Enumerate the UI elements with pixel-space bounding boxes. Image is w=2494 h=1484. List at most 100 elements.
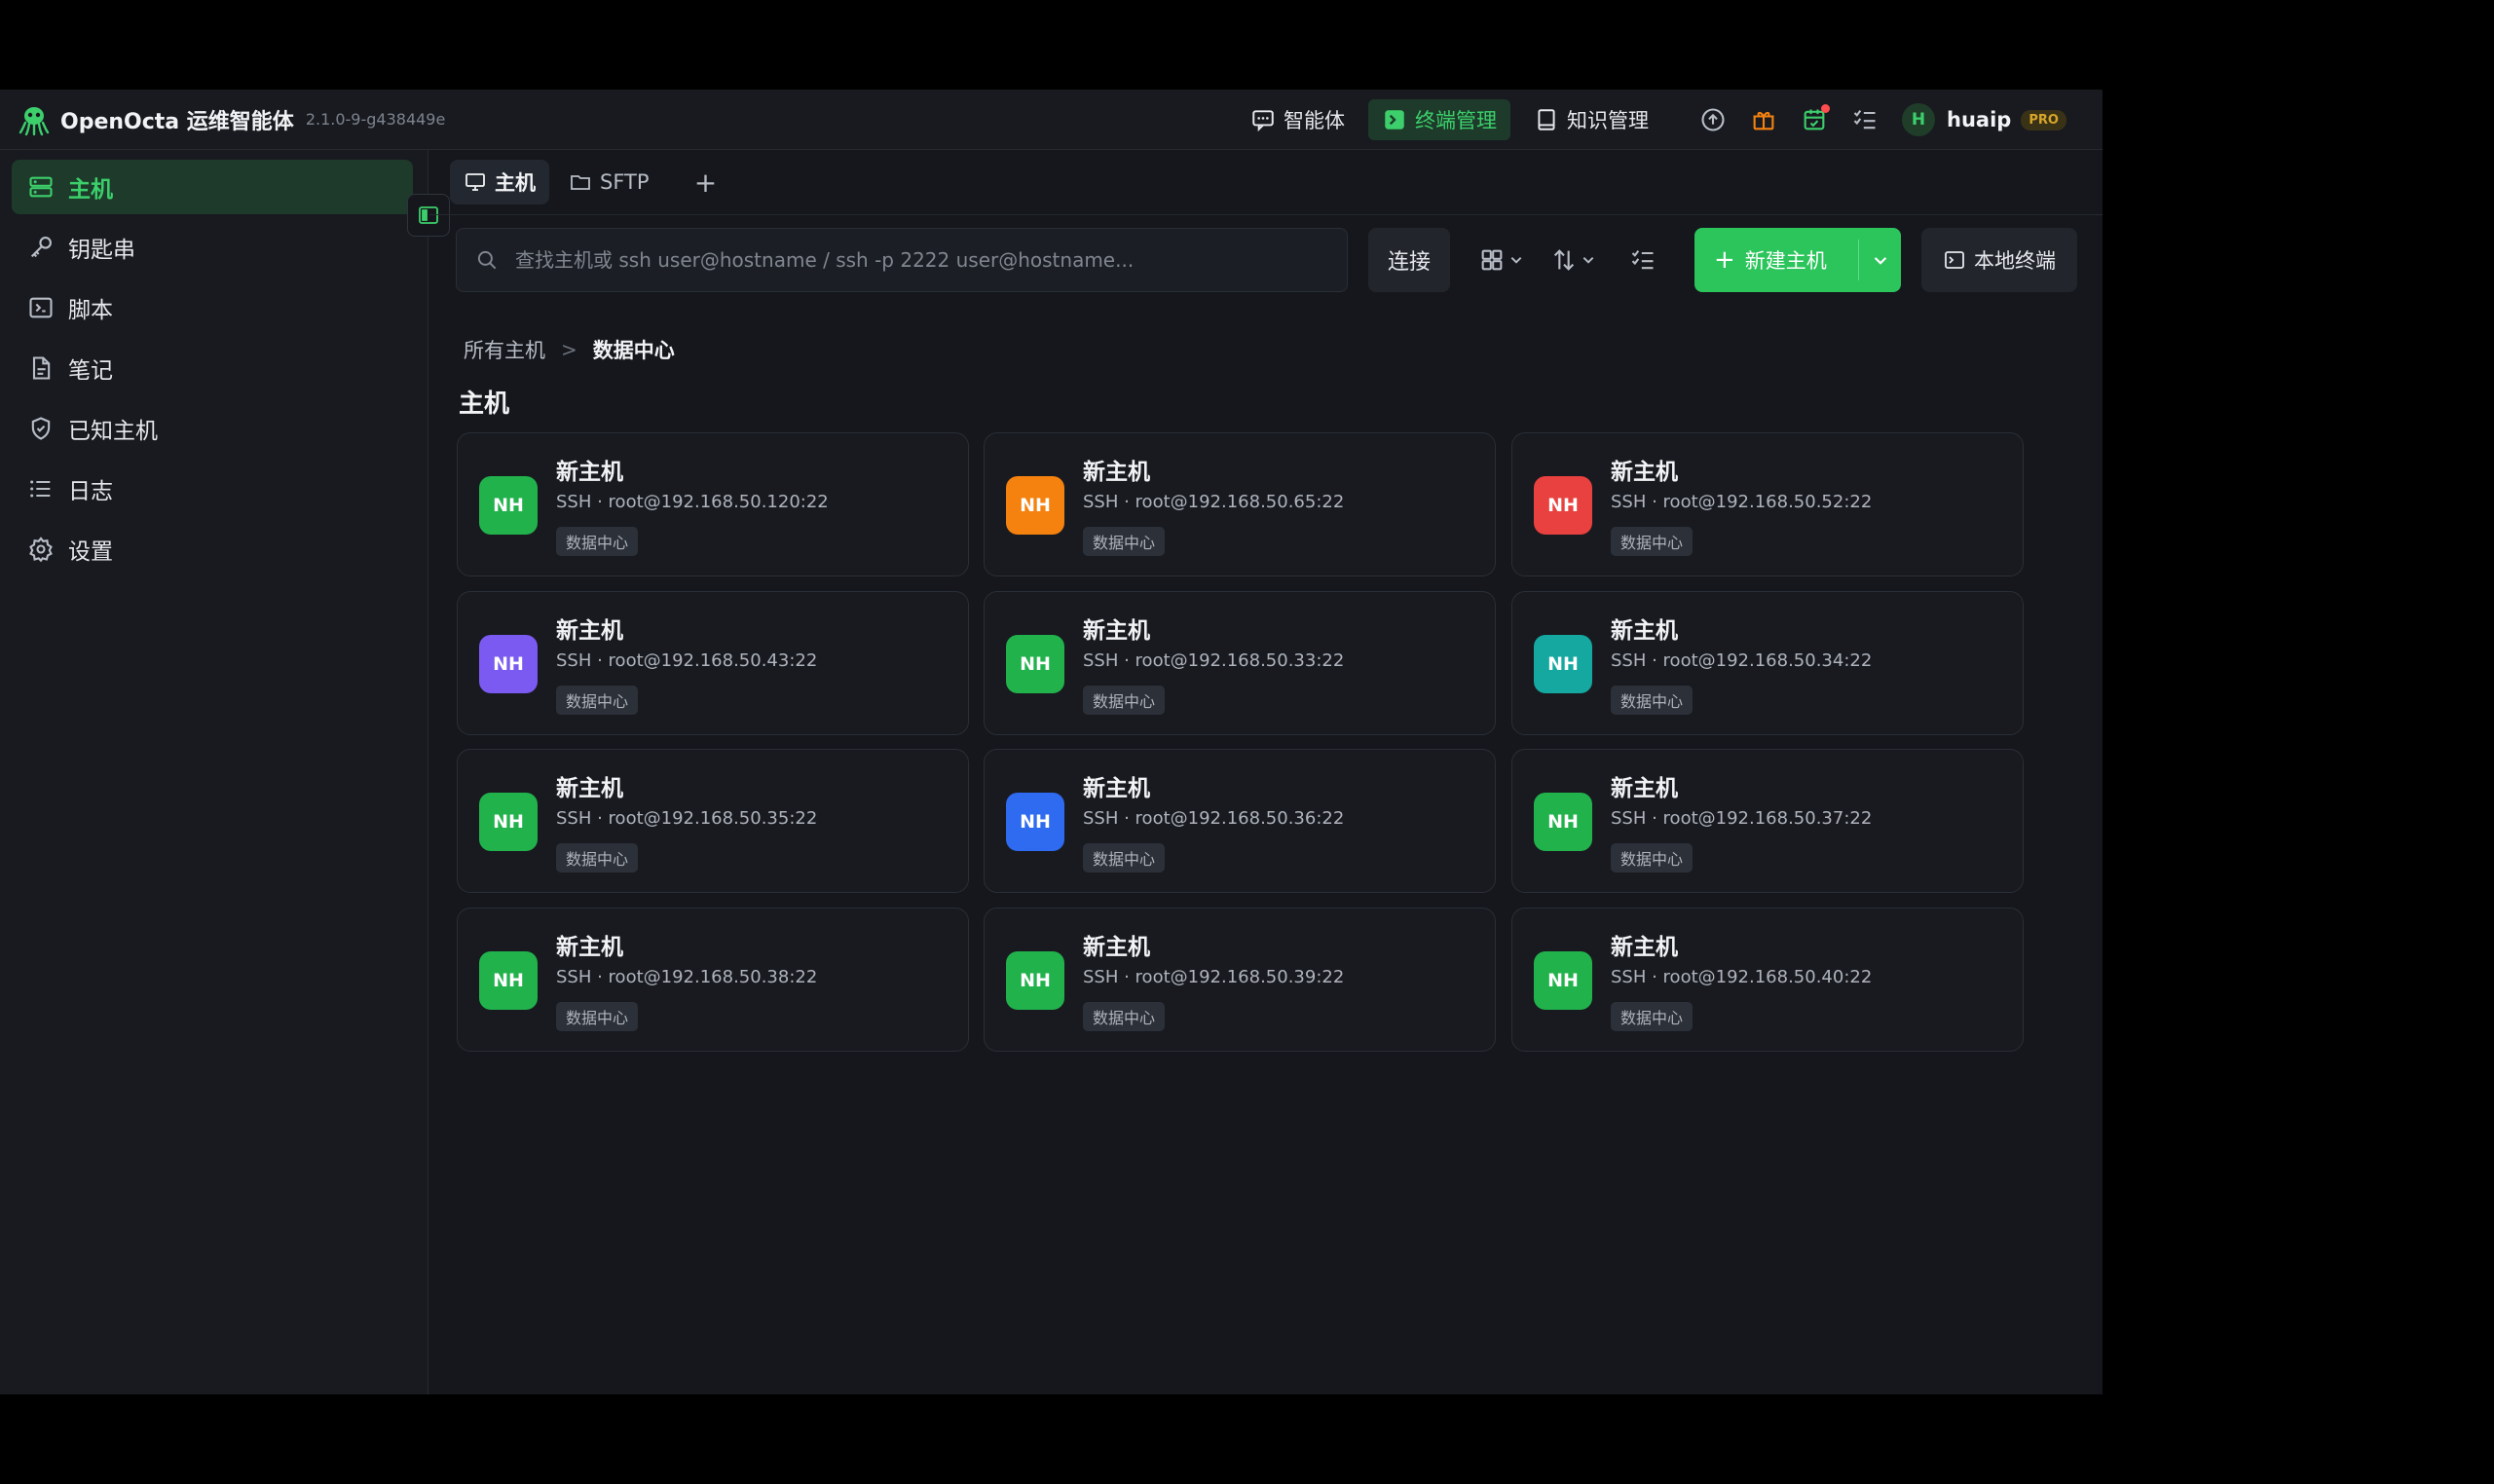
terminal-window-icon: [1945, 251, 1964, 269]
breadcrumb-root[interactable]: 所有主机: [464, 335, 545, 364]
view-mode-button[interactable]: [1478, 241, 1523, 278]
host-address: SSH · root@192.168.50.43:22: [556, 650, 818, 671]
grid-icon: [1481, 249, 1503, 271]
host-card[interactable]: NH 新主机 SSH · root@192.168.50.39:22 数据中心: [984, 908, 1496, 1052]
breadcrumb-current: 数据中心: [592, 339, 675, 362]
host-card[interactable]: NH 新主机 SSH · root@192.168.50.120:22 数据中心: [457, 432, 969, 576]
host-avatar: NH: [1006, 476, 1064, 535]
host-name: 新主机: [556, 618, 623, 644]
search-input[interactable]: [515, 248, 1347, 272]
local-terminal-label: 本地终端: [1974, 249, 2056, 273]
nav-knowledge-button[interactable]: 知识管理: [1520, 99, 1662, 140]
top-nav: 智能体 终端管理 知识管理: [1237, 90, 1672, 150]
search-icon: [477, 250, 497, 270]
local-terminal-button[interactable]: 本地终端: [1921, 228, 2077, 292]
host-name: 新主机: [1083, 618, 1150, 644]
host-avatar: NH: [1006, 635, 1064, 693]
pro-badge: PRO: [2021, 109, 2066, 130]
sidebar-item-label: 钥匙串: [68, 238, 135, 263]
host-name: 新主机: [1083, 460, 1150, 485]
host-avatar: NH: [1534, 793, 1592, 851]
host-address: SSH · root@192.168.50.36:22: [1083, 808, 1345, 829]
host-avatar: NH: [479, 476, 538, 535]
tab-label: 主机: [495, 171, 536, 195]
new-host-dropdown-icon[interactable]: [1868, 247, 1893, 273]
host-tag: 数据中心: [556, 1002, 639, 1031]
host-name: 新主机: [1611, 776, 1678, 801]
host-card[interactable]: NH 新主机 SSH · root@192.168.50.36:22 数据中心: [984, 749, 1496, 893]
sidebar-item-label: 设置: [68, 539, 113, 565]
host-tag: 数据中心: [1611, 1002, 1694, 1031]
host-card[interactable]: NH 新主机 SSH · root@192.168.50.37:22 数据中心: [1511, 749, 2024, 893]
app-name: OpenOcta 运维智能体: [60, 109, 294, 134]
section-title: 主机: [459, 390, 510, 419]
upload-button[interactable]: [1699, 106, 1727, 133]
tab-sftp[interactable]: SFTP: [555, 160, 663, 204]
sort-button[interactable]: [1550, 241, 1595, 278]
host-avatar: NH: [479, 793, 538, 851]
host-address: SSH · root@192.168.50.35:22: [556, 808, 818, 829]
sidebar-item-hosts[interactable]: 主机: [12, 160, 413, 214]
host-name: 新主机: [556, 776, 623, 801]
app-version: 2.1.0-9-g438449e: [305, 110, 446, 129]
sidebar-item-notes[interactable]: 笔记: [12, 341, 413, 395]
upload-icon: [1701, 108, 1725, 131]
connect-button[interactable]: 连接: [1368, 228, 1450, 292]
sidebar-item-scripts[interactable]: 脚本: [12, 280, 413, 335]
sort-icon: [1553, 249, 1575, 271]
host-card[interactable]: NH 新主机 SSH · root@192.168.50.65:22 数据中心: [984, 432, 1496, 576]
new-host-button[interactable]: + 新建主机: [1694, 228, 1901, 292]
host-avatar: NH: [1006, 951, 1064, 1010]
host-card[interactable]: NH 新主机 SSH · root@192.168.50.34:22 数据中心: [1511, 591, 2024, 735]
sidebar-item-label: 已知主机: [68, 419, 158, 444]
host-card[interactable]: NH 新主机 SSH · root@192.168.50.33:22 数据中心: [984, 591, 1496, 735]
server-icon: [29, 176, 53, 198]
tab-label: SFTP: [600, 170, 650, 194]
script-icon: [29, 297, 53, 318]
octopus-logo-icon: [19, 106, 50, 135]
host-avatar: NH: [1006, 793, 1064, 851]
divider: [429, 214, 2103, 215]
checklist-icon: [1631, 250, 1654, 270]
sidebar-item-label: 主机: [68, 177, 113, 203]
folder-icon: [571, 175, 590, 190]
host-avatar: NH: [1534, 476, 1592, 535]
sidebar-item-known-hosts[interactable]: 已知主机: [12, 401, 413, 456]
host-name: 新主机: [1611, 935, 1678, 960]
shield-icon: [31, 417, 51, 440]
book-icon: [1538, 109, 1555, 130]
select-mode-button[interactable]: [1629, 241, 1656, 278]
host-card[interactable]: NH 新主机 SSH · root@192.168.50.38:22 数据中心: [457, 908, 969, 1052]
host-tag: 数据中心: [556, 843, 639, 872]
nav-terminal-button[interactable]: 终端管理: [1368, 99, 1510, 140]
host-address: SSH · root@192.168.50.33:22: [1083, 650, 1345, 671]
sidebar-item-logs[interactable]: 日志: [12, 462, 413, 516]
brand: OpenOcta 运维智能体 2.1.0-9-g438449e: [18, 103, 445, 136]
host-tag: 数据中心: [1083, 686, 1166, 715]
host-card[interactable]: NH 新主机 SSH · root@192.168.50.52:22 数据中心: [1511, 432, 2024, 576]
gift-button[interactable]: [1750, 106, 1777, 133]
tasks-button[interactable]: [1851, 106, 1879, 133]
nav-agent-button[interactable]: 智能体: [1237, 99, 1359, 140]
gear-icon: [29, 537, 53, 563]
list-icon: [30, 480, 51, 498]
host-name: 新主机: [556, 460, 623, 485]
host-card[interactable]: NH 新主机 SSH · root@192.168.50.40:22 数据中心: [1511, 908, 2024, 1052]
plus-icon: +: [1714, 245, 1735, 275]
add-tab-button[interactable]: +: [687, 167, 726, 199]
host-card[interactable]: NH 新主机 SSH · root@192.168.50.35:22 数据中心: [457, 749, 969, 893]
chevron-down-icon: [1582, 257, 1594, 264]
sidebar-item-settings[interactable]: 设置: [12, 522, 413, 576]
host-tag: 数据中心: [556, 527, 639, 556]
host-card[interactable]: NH 新主机 SSH · root@192.168.50.43:22 数据中心: [457, 591, 969, 735]
sidebar-collapse-button[interactable]: [407, 194, 450, 237]
host-address: SSH · root@192.168.50.65:22: [1083, 492, 1345, 512]
host-tag: 数据中心: [1611, 843, 1694, 872]
host-tag: 数据中心: [1611, 527, 1694, 556]
tab-hosts[interactable]: 主机: [450, 160, 549, 204]
user-menu[interactable]: H huaip PRO: [1902, 103, 2066, 136]
calendar-button[interactable]: [1801, 104, 1830, 133]
sidebar-item-keychain[interactable]: 钥匙串: [12, 220, 413, 275]
sidebar-toggle-icon: [419, 206, 438, 224]
user-avatar: H: [1902, 103, 1935, 136]
